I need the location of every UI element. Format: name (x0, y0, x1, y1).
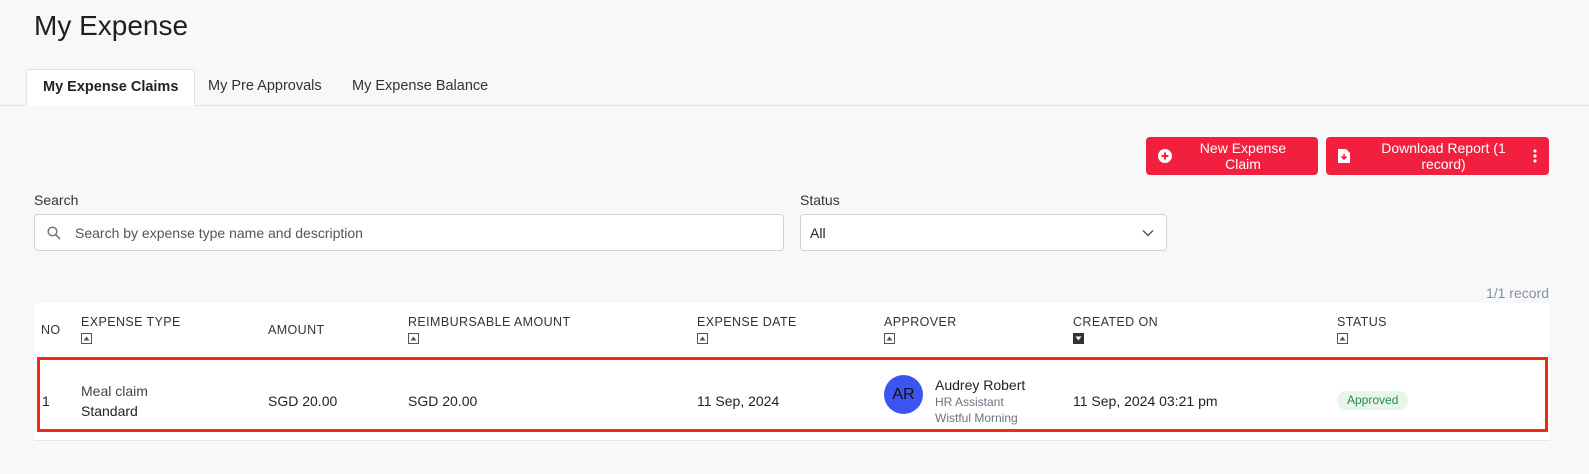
reimbursable-amount-value: SGD 20.00 (408, 393, 478, 409)
search-icon (47, 225, 61, 240)
sort-asc-icon[interactable] (408, 333, 419, 344)
sort-asc-icon[interactable] (1337, 333, 1348, 344)
record-count: 1/1 record (1485, 285, 1549, 301)
search-field[interactable] (34, 214, 784, 251)
expense-date-value: 11 Sep, 2024 (697, 393, 780, 409)
column-header-reimbursable-amount[interactable]: REIMBURSABLE AMOUNT (408, 315, 571, 344)
expense-type-subtype: Standard (81, 403, 138, 419)
column-header-status[interactable]: STATUS (1337, 315, 1387, 344)
column-header-created-on[interactable]: CREATED ON (1073, 315, 1158, 344)
status-select-value: All (810, 224, 826, 241)
approver-title: HR Assistant (935, 395, 1004, 409)
sort-asc-icon[interactable] (884, 333, 895, 344)
status-badge: Approved (1337, 391, 1409, 410)
more-vertical-icon[interactable] (1533, 149, 1537, 163)
page-title: My Expense (34, 10, 189, 41)
download-report-button[interactable]: Download Report (1 record) (1326, 137, 1549, 175)
new-expense-claim-button[interactable]: New Expense Claim (1146, 137, 1318, 175)
amount-value: SGD 20.00 (268, 393, 338, 409)
tab-bar: My Expense Claims My Pre Approvals My Ex… (0, 69, 1589, 106)
column-header-no: NO (41, 323, 61, 337)
column-header-approver[interactable]: APPROVER (884, 315, 957, 344)
file-download-icon (1338, 149, 1350, 163)
avatar: AR (884, 375, 923, 414)
status-select[interactable]: All (800, 214, 1167, 251)
tab-my-expense-balance[interactable]: My Expense Balance (336, 69, 504, 104)
approver-name: Audrey Robert (935, 377, 1026, 393)
expense-type-name: Meal claim (81, 383, 148, 399)
sort-asc-icon[interactable] (697, 333, 708, 344)
chevron-down-icon (1142, 229, 1154, 237)
new-expense-claim-label: New Expense Claim (1199, 140, 1287, 172)
column-header-expense-type[interactable]: EXPENSE TYPE (81, 315, 181, 344)
sort-desc-icon[interactable] (1073, 333, 1084, 344)
search-label: Search (34, 192, 79, 208)
plus-circle-icon (1158, 149, 1172, 163)
search-input[interactable] (73, 223, 757, 242)
download-report-label: Download Report (1 record) (1381, 140, 1506, 172)
tab-my-pre-approvals[interactable]: My Pre Approvals (192, 69, 338, 104)
status-label: Status (800, 192, 840, 208)
column-header-expense-date[interactable]: EXPENSE DATE (697, 315, 797, 344)
table-row[interactable] (37, 357, 1548, 432)
tab-my-expense-claims[interactable]: My Expense Claims (26, 69, 196, 106)
approver-org: Wistful Morning (935, 411, 1018, 425)
sort-asc-icon[interactable] (81, 333, 92, 344)
row-number: 1 (42, 393, 50, 409)
column-header-amount: AMOUNT (268, 323, 325, 337)
created-on-value: 11 Sep, 2024 03:21 pm (1073, 393, 1218, 409)
